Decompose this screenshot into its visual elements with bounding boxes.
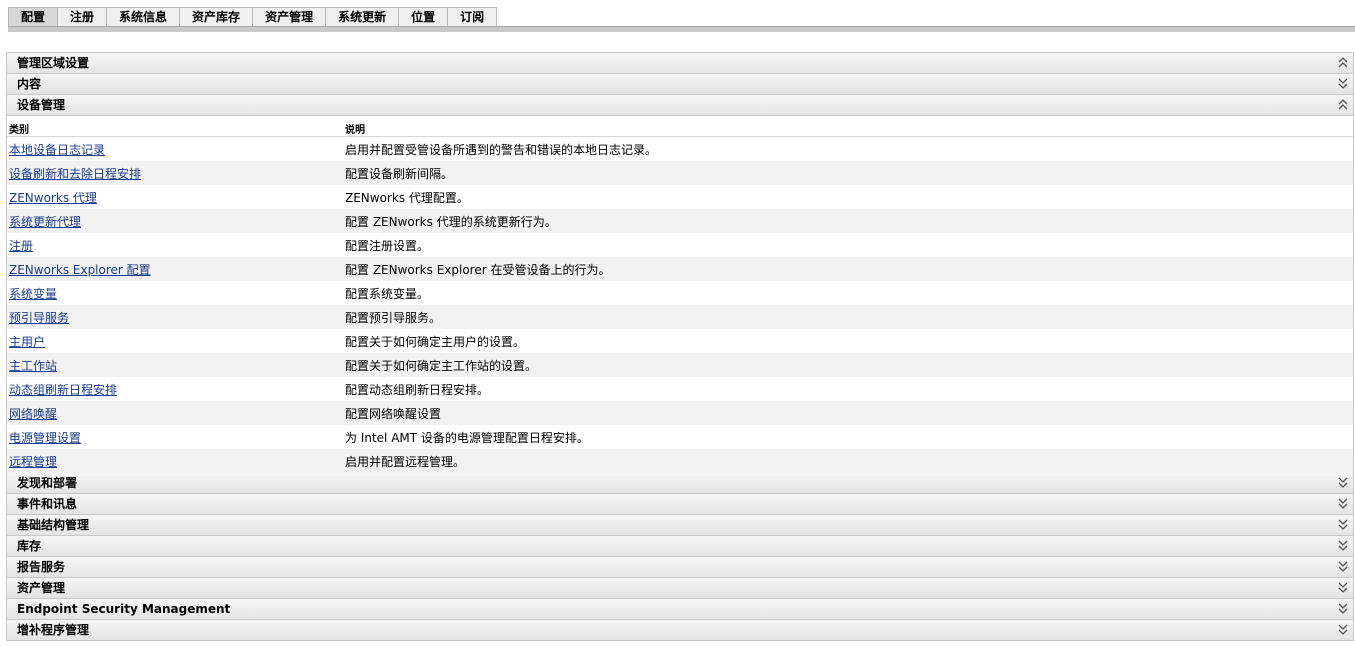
expand-down-icon[interactable] <box>1335 475 1351 491</box>
section-header[interactable]: 报告服务 <box>7 557 1353 578</box>
column-description[interactable]: 说明 <box>345 121 365 136</box>
section-title: 基础结构管理 <box>17 518 90 532</box>
tab-bar-underline <box>8 26 1355 32</box>
setting-link[interactable]: 设备刷新和去除日程安排 <box>9 165 141 182</box>
setting-link[interactable]: 主用户 <box>9 333 45 350</box>
section-header[interactable]: 事件和讯息 <box>7 494 1353 515</box>
section-title: Endpoint Security Management <box>17 602 231 616</box>
device-management-title: 设备管理 <box>17 98 66 112</box>
setting-link[interactable]: 系统更新代理 <box>9 213 81 230</box>
collapse-up-icon[interactable] <box>1335 55 1351 71</box>
section-title: 事件和讯息 <box>17 497 78 511</box>
column-category[interactable]: 类别 <box>9 121 29 136</box>
setting-link[interactable]: ZENworks Explorer 配置 <box>9 261 151 278</box>
setting-description: 配置 ZENworks Explorer 在受管设备上的行为。 <box>345 263 611 277</box>
table-row: ZENworks Explorer 配置 配置 ZENworks Explorer… <box>7 257 1353 281</box>
setting-link[interactable]: 远程管理 <box>9 453 57 470</box>
expand-down-icon[interactable] <box>1335 517 1351 533</box>
setting-description: 配置动态组刷新日程安排。 <box>345 383 490 397</box>
section-header[interactable]: 基础结构管理 <box>7 515 1353 536</box>
section-header[interactable]: 库存 <box>7 536 1353 557</box>
setting-description: 配置设备刷新间隔。 <box>345 167 454 181</box>
section-title: 增补程序管理 <box>17 623 90 637</box>
section-header[interactable]: 资产管理 <box>7 578 1353 599</box>
setting-description: 启用并配置受管设备所遇到的警告和错误的本地日志记录。 <box>345 143 658 157</box>
setting-link[interactable]: 网络唤醒 <box>9 405 57 422</box>
table-row: 本地设备日志记录 启用并配置受管设备所遇到的警告和错误的本地日志记录。 <box>7 137 1353 161</box>
tab-5[interactable]: 系统更新 <box>326 7 400 26</box>
device-management-column-header: 类别 说明 <box>7 116 1353 137</box>
section-header[interactable]: Endpoint Security Management <box>7 599 1353 620</box>
expand-down-icon[interactable] <box>1335 580 1351 596</box>
table-row: 动态组刷新日程安排 配置动态组刷新日程安排。 <box>7 377 1353 401</box>
table-row: 远程管理 启用并配置远程管理。 <box>7 449 1353 473</box>
section-title: 库存 <box>17 539 42 553</box>
setting-description: 启用并配置远程管理。 <box>345 455 466 469</box>
table-row: 电源管理设置 为 Intel AMT 设备的电源管理配置日程安排。 <box>7 425 1353 449</box>
tab-7[interactable]: 订阅 <box>448 7 498 26</box>
section-header[interactable]: 内容 <box>7 74 1353 95</box>
device-management-header[interactable]: 设备管理 <box>7 95 1353 116</box>
expand-down-icon[interactable] <box>1335 76 1351 92</box>
section-header[interactable]: 增补程序管理 <box>7 620 1353 641</box>
section-title: 资产管理 <box>17 581 66 595</box>
setting-link[interactable]: 预引导服务 <box>9 309 69 326</box>
setting-link[interactable]: ZENworks 代理 <box>9 189 97 206</box>
table-row: 主用户 配置关于如何确定主用户的设置。 <box>7 329 1353 353</box>
setting-description: ZENworks 代理配置。 <box>345 191 469 205</box>
section-header[interactable]: 发现和部署 <box>7 473 1353 494</box>
expand-down-icon[interactable] <box>1335 622 1351 638</box>
setting-description: 配置预引导服务。 <box>345 311 442 325</box>
setting-link[interactable]: 系统变量 <box>9 285 57 302</box>
zone-settings-title: 管理区域设置 <box>17 56 90 70</box>
table-row: 网络唤醒 配置网络唤醒设置 <box>7 401 1353 425</box>
setting-description: 配置网络唤醒设置 <box>345 407 442 421</box>
setting-description: 配置 ZENworks 代理的系统更新行为。 <box>345 215 557 229</box>
setting-link[interactable]: 本地设备日志记录 <box>9 141 105 158</box>
expand-down-icon[interactable] <box>1335 496 1351 512</box>
zone-settings-panel: 管理区域设置 内容 设备管理 类别 说明 本地设备日志记录 启用并配置受管设备所遇… <box>6 52 1354 641</box>
section-title: 报告服务 <box>17 560 66 574</box>
setting-link[interactable]: 动态组刷新日程安排 <box>9 381 117 398</box>
tab-6[interactable]: 位置 <box>399 7 449 26</box>
section-title: 内容 <box>17 77 42 91</box>
tab-4[interactable]: 资产管理 <box>253 7 327 26</box>
setting-description: 为 Intel AMT 设备的电源管理配置日程安排。 <box>345 431 589 445</box>
expand-down-icon[interactable] <box>1335 538 1351 554</box>
table-row: 系统变量 配置系统变量。 <box>7 281 1353 305</box>
table-row: 主工作站 配置关于如何确定主工作站的设置。 <box>7 353 1353 377</box>
expand-down-icon[interactable] <box>1335 601 1351 617</box>
setting-link[interactable]: 主工作站 <box>9 357 57 374</box>
tab-2[interactable]: 系统信息 <box>107 7 181 26</box>
tab-0[interactable]: 配置 <box>8 7 59 26</box>
setting-link[interactable]: 电源管理设置 <box>9 429 81 446</box>
table-row: 预引导服务 配置预引导服务。 <box>7 305 1353 329</box>
tab-3[interactable]: 资产库存 <box>180 7 254 26</box>
setting-link[interactable]: 注册 <box>9 237 33 254</box>
setting-description: 配置关于如何确定主工作站的设置。 <box>345 359 538 373</box>
table-row: ZENworks 代理 ZENworks 代理配置。 <box>7 185 1353 209</box>
setting-description: 配置关于如何确定主用户的设置。 <box>345 335 526 349</box>
table-row: 设备刷新和去除日程安排 配置设备刷新间隔。 <box>7 161 1353 185</box>
collapse-up-icon[interactable] <box>1335 97 1351 113</box>
setting-description: 配置系统变量。 <box>345 287 430 301</box>
tab-bar: 配置 注册 系统信息 资产库存 资产管理 系统更新 位置 订阅 <box>8 7 498 26</box>
tab-1[interactable]: 注册 <box>58 7 108 26</box>
expand-down-icon[interactable] <box>1335 559 1351 575</box>
table-row: 系统更新代理 配置 ZENworks 代理的系统更新行为。 <box>7 209 1353 233</box>
zone-settings-header[interactable]: 管理区域设置 <box>7 53 1353 74</box>
section-title: 发现和部署 <box>17 476 78 490</box>
setting-description: 配置注册设置。 <box>345 239 430 253</box>
table-row: 注册 配置注册设置。 <box>7 233 1353 257</box>
